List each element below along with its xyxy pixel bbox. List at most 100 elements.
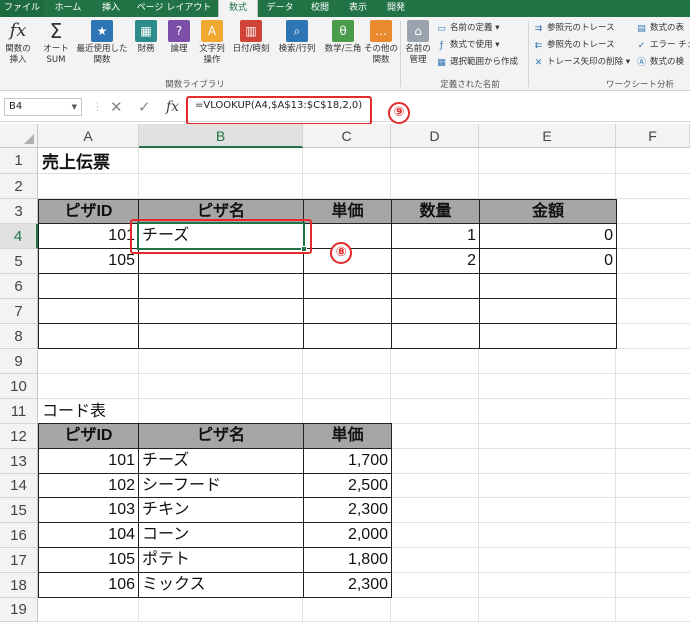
evaluate-formula-button[interactable]: Ⓐ 数式の検 <box>636 55 684 69</box>
group-label-formula-auditing: ワークシート分析 <box>605 80 674 90</box>
row-header[interactable]: 5 <box>0 249 38 274</box>
text-button[interactable]: A 文字列 操作 <box>196 20 228 66</box>
code-price-value: 2,500 <box>347 477 388 494</box>
sales-cell[interactable] <box>391 273 480 299</box>
annotation-circle-8: ⑧ <box>330 242 352 264</box>
row-header[interactable]: 9 <box>0 349 38 374</box>
select-all-corner[interactable] <box>0 124 38 148</box>
autosum-button[interactable]: Σ オート SUM <box>36 20 76 66</box>
code-header-name: ピザ名 <box>138 423 304 449</box>
sales-cell[interactable] <box>138 323 304 349</box>
row-header[interactable]: 7 <box>0 299 38 324</box>
tab-data[interactable]: データ <box>260 0 300 17</box>
trace-dependents-button[interactable]: ⇇ 参照先のトレース <box>533 38 615 52</box>
column-header-c[interactable]: C <box>303 124 391 148</box>
trace-precedents-button[interactable]: ⇉ 参照元のトレース <box>533 21 615 35</box>
row-header[interactable]: 4 <box>0 224 38 249</box>
tab-formulas[interactable]: 数式 <box>218 0 258 17</box>
row-header[interactable]: 2 <box>0 174 38 199</box>
tab-page-layout[interactable]: ページ レイアウト <box>132 0 216 17</box>
code-name-value: シーフード <box>142 477 222 494</box>
row-header[interactable]: 15 <box>0 498 38 523</box>
recently-used-label: 最近使用した 関数 <box>76 44 128 65</box>
column-header-f[interactable]: F <box>616 124 690 148</box>
row-header[interactable]: 12 <box>0 424 38 449</box>
row-header[interactable]: 6 <box>0 274 38 299</box>
row-header[interactable]: 14 <box>0 474 38 498</box>
column-header-e[interactable]: E <box>479 124 616 148</box>
gridline <box>38 173 690 174</box>
recently-used-button[interactable]: ★ 最近使用した 関数 <box>76 20 128 66</box>
row-header[interactable]: 19 <box>0 598 38 622</box>
tab-view[interactable]: 表示 <box>340 0 376 17</box>
sales-cell[interactable] <box>391 323 480 349</box>
sales-cell[interactable] <box>138 273 304 299</box>
trace-precedents-icon: ⇉ <box>534 24 543 34</box>
sales-cell[interactable] <box>479 298 617 324</box>
group-label-function-library: 関数ライブラリ <box>165 80 225 90</box>
code-header-id: ピザID <box>38 423 139 449</box>
column-header-d[interactable]: D <box>391 124 479 148</box>
datetime-button[interactable]: ▥ 日付/時刻 <box>228 20 274 55</box>
more-functions-button[interactable]: … その他の 関数 <box>364 20 398 66</box>
row-header[interactable]: 17 <box>0 548 38 573</box>
chevron-down-icon[interactable]: ▼ <box>72 99 77 115</box>
group-label-defined-names: 定義された名前 <box>440 80 500 90</box>
math-trig-button[interactable]: θ 数学/三角 <box>320 20 366 55</box>
sales-cell[interactable] <box>38 298 139 324</box>
row-header[interactable]: 8 <box>0 324 38 349</box>
remove-arrows-button[interactable]: ✕ トレース矢印の削除 ▾ <box>533 55 630 69</box>
row-header[interactable]: 1 <box>0 148 38 174</box>
row-header[interactable]: 13 <box>0 449 38 474</box>
annotation-box-8 <box>130 219 312 254</box>
tab-home[interactable]: ホーム <box>46 0 90 17</box>
sales-cell[interactable] <box>479 323 617 349</box>
sales-cell[interactable] <box>303 298 392 324</box>
code-name-value: チキン <box>142 501 190 518</box>
column-header-a[interactable]: A <box>38 124 139 148</box>
code-id-value: 106 <box>108 576 135 593</box>
tab-developer[interactable]: 開発 <box>378 0 414 17</box>
sales-cell[interactable] <box>391 298 480 324</box>
tab-file[interactable]: ファイル <box>0 0 44 17</box>
sales-cell[interactable] <box>138 298 304 324</box>
row-header[interactable]: 11 <box>0 399 38 424</box>
sales-cell[interactable] <box>479 273 617 299</box>
sales-header-price: 単価 <box>303 199 392 224</box>
use-in-formula-button[interactable]: ƒ 数式で使用 ▾ <box>436 38 500 52</box>
name-box[interactable]: B4 ▼ <box>4 98 82 116</box>
cancel-icon[interactable]: ✕ <box>110 98 123 116</box>
show-formulas-icon: ▤ <box>637 24 646 34</box>
logical-button[interactable]: ? 論理 <box>164 20 194 55</box>
error-checking-button[interactable]: ✓ エラー チェ <box>636 38 690 52</box>
insert-function-button[interactable]: fx 関数の 挿入 <box>3 20 33 66</box>
lookup-button[interactable]: ⌕ 検索/行列 <box>274 20 320 55</box>
insert-function-fx-icon[interactable]: fx <box>166 98 179 116</box>
tab-insert[interactable]: 挿入 <box>92 0 130 17</box>
row-header[interactable]: 3 <box>0 199 38 224</box>
row-header[interactable]: 10 <box>0 374 38 399</box>
define-name-button[interactable]: ▭ 名前の定義 ▾ <box>436 21 499 35</box>
column-header-b[interactable]: B <box>139 124 303 148</box>
sales-cell[interactable] <box>303 323 392 349</box>
name-manager-button[interactable]: ⌂ 名前の 管理 <box>403 20 433 66</box>
star-icon: ★ <box>91 20 113 42</box>
show-formulas-button[interactable]: ▤ 数式の表 <box>636 21 684 35</box>
ribbon-separator <box>528 21 529 87</box>
use-in-formula-label: 数式で使用 <box>450 40 493 50</box>
code-price-value: 2,300 <box>347 576 388 593</box>
code-id-value: 101 <box>108 452 135 469</box>
create-from-selection-button[interactable]: ▦ 選択範囲から作成 <box>436 55 518 69</box>
sales-cell[interactable] <box>38 273 139 299</box>
sales-cell[interactable] <box>38 323 139 349</box>
financial-button[interactable]: ▦ 財務 <box>131 20 161 55</box>
enter-check-icon[interactable]: ✓ <box>138 98 151 116</box>
name-tag-icon: ⌂ <box>407 20 429 42</box>
code-id-value: 105 <box>108 551 135 568</box>
financial-book-icon: ▦ <box>135 20 157 42</box>
row-header[interactable]: 18 <box>0 573 38 598</box>
sales-cell[interactable] <box>303 273 392 299</box>
tab-review[interactable]: 校閲 <box>302 0 338 17</box>
sales-amount-value: 0 <box>604 252 613 269</box>
row-header[interactable]: 16 <box>0 523 38 548</box>
